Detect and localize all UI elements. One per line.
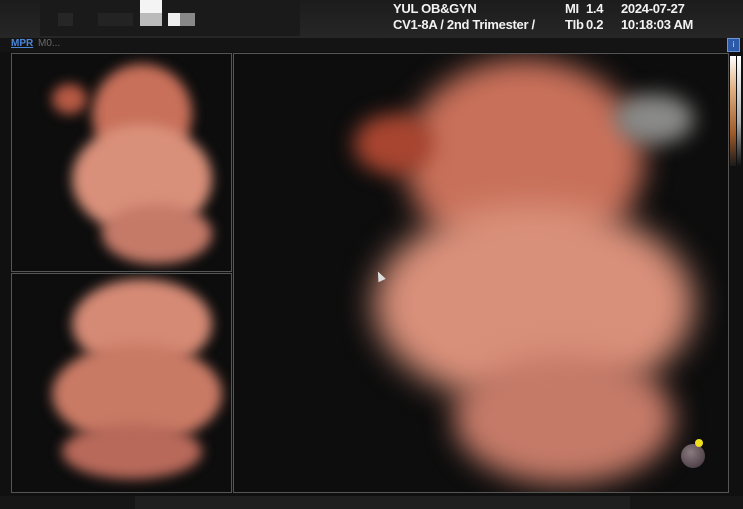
mode-bar [0, 38, 743, 52]
mode-info: M0... [38, 38, 61, 49]
redacted-patient-info [40, 0, 300, 36]
mpr-mode-button[interactable]: MPR [11, 38, 33, 49]
gray-colorbar [737, 56, 741, 166]
mi-value: 1.4 [586, 1, 604, 16]
mi-label: MI [565, 1, 579, 16]
mpr-view-bottom-left[interactable] [11, 273, 232, 493]
mpr-view-top-left[interactable] [11, 53, 232, 272]
header-bar: YUL OB&GYN CV1-8A / 2nd Trimester / MI 1… [0, 0, 743, 38]
info-icon[interactable]: i [727, 38, 740, 52]
bottom-bar [0, 496, 743, 509]
preset-name: CV1-8A / 2nd Trimester / [393, 17, 535, 32]
3d-render-view[interactable] [233, 53, 729, 493]
institution-name: YUL OB&GYN [393, 1, 477, 16]
light-direction-handle[interactable] [695, 439, 703, 447]
tint-colorbar [730, 56, 736, 166]
light-source-icon[interactable] [681, 444, 705, 468]
time: 10:18:03 AM [621, 17, 694, 32]
tib-value: 0.2 [586, 17, 604, 32]
date: 2024-07-27 [621, 1, 685, 16]
tib-label: TIb [565, 17, 584, 32]
